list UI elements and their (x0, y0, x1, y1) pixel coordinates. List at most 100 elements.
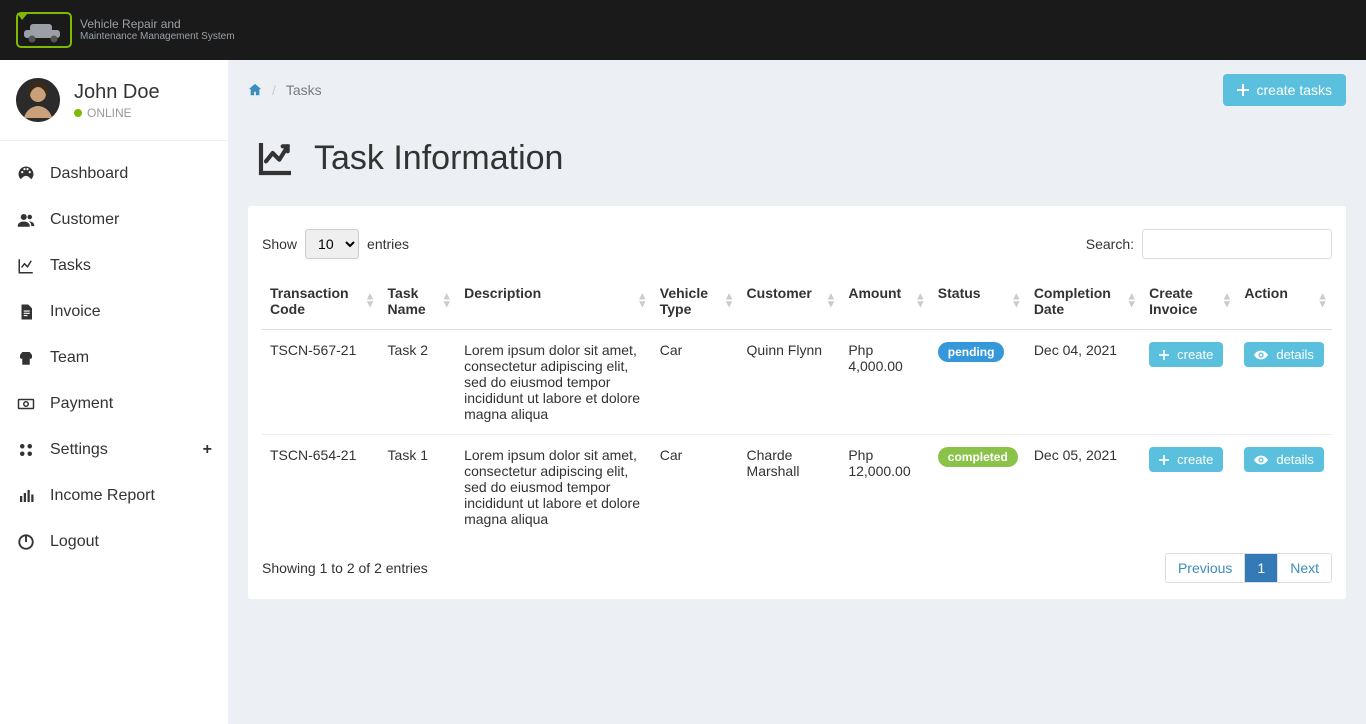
table-row: TSCN-654-21Task 1Lorem ipsum dolor sit a… (262, 435, 1332, 540)
sort-icon: ▲▼ (1221, 293, 1232, 308)
plus-icon (1159, 350, 1169, 360)
user-status: ONLINE (74, 106, 160, 120)
cell-invoice: create (1141, 435, 1236, 540)
sidebar-item-payment[interactable]: Payment (0, 381, 228, 427)
sort-icon: ▲▼ (724, 293, 735, 308)
sidebar-item-invoice[interactable]: Invoice (0, 289, 228, 335)
sidebar-item-dashboard[interactable]: Dashboard (0, 151, 228, 197)
chart-line-icon (256, 138, 296, 178)
sidebar-item-label: Team (50, 349, 89, 367)
sidebar-item-settings[interactable]: Settings + (0, 427, 228, 473)
column-header[interactable]: Status▲▼ (930, 273, 1026, 330)
sort-icon: ▲▼ (441, 293, 452, 308)
sidebar-item-logout[interactable]: Logout (0, 519, 228, 565)
customer-icon (16, 211, 36, 229)
tasks-card: Show 10 entries Search: Transaction Code… (248, 206, 1346, 599)
sidebar-item-label: Income Report (50, 487, 155, 505)
column-header[interactable]: Vehicle Type▲▼ (652, 273, 739, 330)
sidebar-item-income-report[interactable]: Income Report (0, 473, 228, 519)
main-content: / Tasks create tasks Task Information Sh… (228, 60, 1366, 724)
cell-customer: Quinn Flynn (739, 330, 841, 435)
column-header[interactable]: Task Name▲▼ (380, 273, 457, 330)
sort-icon: ▲▼ (1126, 293, 1137, 308)
create-invoice-button[interactable]: create (1149, 342, 1223, 367)
sidebar-item-tasks[interactable]: Tasks (0, 243, 228, 289)
create-invoice-button[interactable]: create (1149, 447, 1223, 472)
cell-action: details (1236, 435, 1332, 540)
breadcrumb-current: Tasks (286, 82, 322, 98)
column-header[interactable]: Description▲▼ (456, 273, 652, 330)
sidebar-item-label: Invoice (50, 303, 101, 321)
page-title: Task Information (314, 139, 563, 178)
cell-vehicle: Car (652, 435, 739, 540)
search-input[interactable] (1142, 229, 1332, 259)
cell-status: pending (930, 330, 1026, 435)
expand-icon: + (203, 441, 212, 459)
sidebar-nav: Dashboard Customer Tasks Invoice Team Payment… (0, 140, 228, 565)
cell-amount: Php 4,000.00 (840, 330, 929, 435)
logout-icon (16, 533, 36, 551)
column-header[interactable]: Completion Date▲▼ (1026, 273, 1141, 330)
logo[interactable]: Vehicle Repair and Maintenance Managemen… (16, 12, 235, 48)
breadcrumb-separator: / (272, 82, 276, 98)
avatar[interactable] (16, 78, 60, 122)
sort-icon: ▲▼ (1011, 293, 1022, 308)
sidebar-item-label: Settings (50, 441, 108, 459)
income-report-icon (16, 487, 36, 505)
entries-select[interactable]: 10 (305, 229, 359, 259)
pagination-prev[interactable]: Previous (1166, 554, 1245, 582)
cell-code: TSCN-654-21 (262, 435, 380, 540)
brand-line2: Maintenance Management System (80, 31, 235, 43)
status-badge: pending (938, 342, 1005, 362)
online-dot-icon (74, 109, 82, 117)
breadcrumb-bar: / Tasks create tasks (228, 60, 1366, 120)
sort-icon: ▲▼ (915, 293, 926, 308)
sort-icon: ▲▼ (1317, 293, 1328, 308)
pagination-next[interactable]: Next (1278, 554, 1331, 582)
cell-vehicle: Car (652, 330, 739, 435)
logo-icon (16, 12, 72, 48)
plus-icon (1237, 84, 1249, 96)
details-button[interactable]: details (1244, 342, 1324, 367)
create-tasks-button[interactable]: create tasks (1223, 74, 1346, 106)
sidebar-item-label: Logout (50, 533, 99, 551)
cell-name: Task 2 (380, 330, 457, 435)
cell-code: TSCN-567-21 (262, 330, 380, 435)
column-header[interactable]: Create Invoice▲▼ (1141, 273, 1236, 330)
invoice-icon (16, 303, 36, 321)
dashboard-icon (16, 165, 36, 183)
column-header[interactable]: Customer▲▼ (739, 273, 841, 330)
sidebar-item-customer[interactable]: Customer (0, 197, 228, 243)
sidebar-item-label: Customer (50, 211, 119, 229)
settings-icon (16, 441, 36, 459)
home-icon[interactable] (248, 83, 262, 97)
sidebar: John Doe ONLINE DashboardCustomerTasksIn… (0, 60, 228, 724)
eye-icon (1254, 455, 1268, 465)
details-button[interactable]: details (1244, 447, 1324, 472)
table-row: TSCN-567-21Task 2Lorem ipsum dolor sit a… (262, 330, 1332, 435)
tasks-table: Transaction Code▲▼Task Name▲▼Description… (262, 273, 1332, 539)
entries-selector: Show 10 entries (262, 229, 409, 259)
sort-icon: ▲▼ (637, 293, 648, 308)
brand-line1: Vehicle Repair and (80, 17, 235, 31)
search-wrap: Search: (1086, 229, 1332, 259)
cell-name: Task 1 (380, 435, 457, 540)
eye-icon (1254, 350, 1268, 360)
status-badge: completed (938, 447, 1018, 467)
pagination-page[interactable]: 1 (1245, 554, 1278, 582)
column-header[interactable]: Amount▲▼ (840, 273, 929, 330)
column-header[interactable]: Action▲▼ (1236, 273, 1332, 330)
cell-action: details (1236, 330, 1332, 435)
sidebar-item-label: Payment (50, 395, 113, 413)
cell-date: Dec 05, 2021 (1026, 435, 1141, 540)
cell-status: completed (930, 435, 1026, 540)
sidebar-item-team[interactable]: Team (0, 335, 228, 381)
page-title-wrap: Task Information (228, 120, 1366, 206)
sort-icon: ▲▼ (365, 293, 376, 308)
team-icon (16, 349, 36, 367)
cell-customer: Charde Marshall (739, 435, 841, 540)
sort-icon: ▲▼ (825, 293, 836, 308)
cell-invoice: create (1141, 330, 1236, 435)
column-header[interactable]: Transaction Code▲▼ (262, 273, 380, 330)
cell-date: Dec 04, 2021 (1026, 330, 1141, 435)
